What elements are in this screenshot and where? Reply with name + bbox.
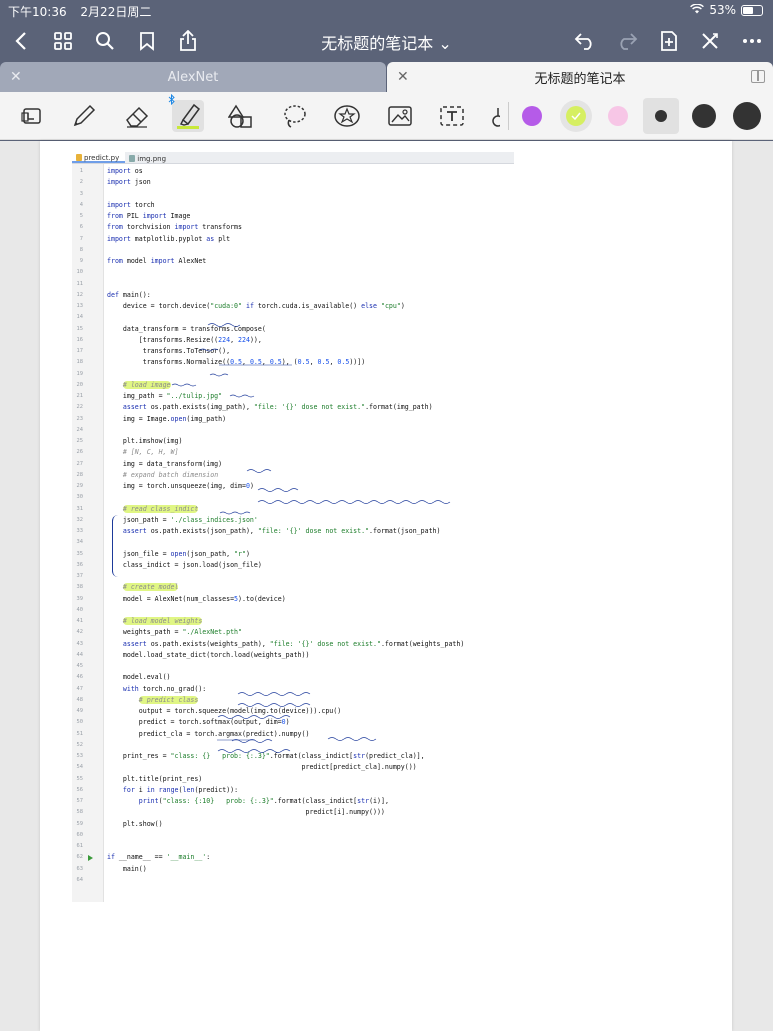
text-box-icon[interactable] xyxy=(436,100,468,132)
notebook-title-text[interactable]: 无标题的笔记本 xyxy=(321,34,433,53)
redo-icon[interactable] xyxy=(614,28,640,54)
handwriting-annotations xyxy=(171,323,451,753)
battery-icon xyxy=(741,4,763,16)
color-swatch-lime[interactable] xyxy=(566,106,586,126)
tab-label: 无标题的笔记本 xyxy=(534,71,626,87)
chevron-down-icon[interactable]: ⌄ xyxy=(438,34,451,53)
bookmark-icon[interactable] xyxy=(134,28,160,54)
notebook-canvas[interactable]: predict.py img.png 1 import os 2 import jso… xyxy=(0,141,773,1031)
sticker-icon[interactable] xyxy=(331,100,363,132)
eraser-icon[interactable] xyxy=(121,100,153,132)
close-tab-icon[interactable]: ✕ xyxy=(10,69,22,85)
share-icon[interactable] xyxy=(175,28,201,54)
status-time: 下午10:36 xyxy=(8,5,67,19)
battery-percent: 53% xyxy=(709,3,736,17)
stroke-size-medium[interactable] xyxy=(692,104,716,128)
pasted-code-screenshot: predict.py img.png 1 import os 2 import jso… xyxy=(72,152,514,902)
handwritten-brace xyxy=(112,515,122,577)
image-icon[interactable] xyxy=(384,100,416,132)
grid-view-icon[interactable] xyxy=(50,28,76,54)
color-swatch-purple[interactable] xyxy=(522,106,542,126)
toolbar-divider xyxy=(508,102,509,130)
close-tools-icon[interactable] xyxy=(697,28,723,54)
search-icon[interactable] xyxy=(92,28,118,54)
more-options-icon[interactable] xyxy=(739,28,765,54)
stroke-size-small[interactable] xyxy=(643,98,679,134)
back-button[interactable] xyxy=(8,28,34,54)
color-swatch-pink[interactable] xyxy=(608,106,628,126)
lasso-icon[interactable] xyxy=(279,100,311,132)
drawing-toolbar xyxy=(0,92,773,140)
document-tab-bar: ✕ AlexNet ✕ 无标题的笔记本 xyxy=(0,62,773,92)
tab-alexnet[interactable]: ✕ AlexNet xyxy=(0,62,386,92)
shapes-icon[interactable] xyxy=(226,100,258,132)
tab-label: AlexNet xyxy=(167,69,219,85)
lasso-select-icon[interactable] xyxy=(16,100,48,132)
status-bar: 下午10:36 2月22日周二 53% xyxy=(0,0,773,20)
split-view-icon[interactable] xyxy=(751,70,765,83)
bluetooth-icon xyxy=(166,93,178,105)
stroke-dot-small xyxy=(655,110,667,122)
undo-icon[interactable] xyxy=(572,28,598,54)
stroke-size-large[interactable] xyxy=(733,102,761,130)
nav-bar: 无标题的笔记本 ⌄ xyxy=(0,20,773,62)
add-page-icon[interactable] xyxy=(656,28,682,54)
tab-untitled-notebook[interactable]: ✕ 无标题的笔记本 xyxy=(387,62,773,92)
wifi-icon xyxy=(690,3,705,17)
color-swatch-selected-ring[interactable] xyxy=(560,100,592,132)
pen-icon[interactable] xyxy=(68,100,100,132)
status-date: 2月22日周二 xyxy=(80,5,152,19)
laser-pointer-icon[interactable] xyxy=(486,100,502,132)
notebook-page[interactable]: predict.py img.png 1 import os 2 import jso… xyxy=(40,141,732,1031)
close-tab-icon[interactable]: ✕ xyxy=(397,69,409,85)
